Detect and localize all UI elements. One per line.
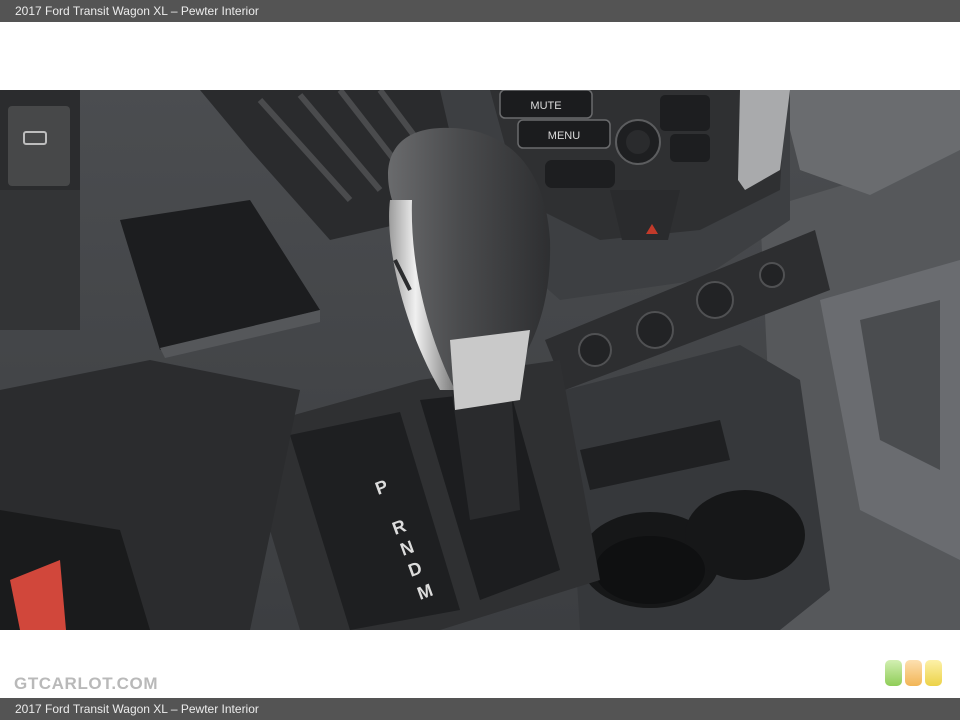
- rating-dot-green: [885, 660, 902, 686]
- mute-label: MUTE: [530, 100, 561, 112]
- preset-buttons[interactable]: [660, 95, 710, 131]
- rating-dots: [885, 660, 945, 688]
- watermark-logo: GTCARLOT.COM: [14, 674, 159, 693]
- menu-label: MENU: [548, 130, 580, 142]
- vehicle-photo[interactable]: MUTE MENU P R N D M: [0, 90, 960, 630]
- menu-button[interactable]: MENU: [517, 119, 611, 149]
- rating-dot-yellow: [925, 660, 942, 686]
- mute-button[interactable]: MUTE: [499, 90, 593, 119]
- hazard-button[interactable]: [610, 190, 680, 240]
- caption-bottom: 2017 Ford Transit Wagon XL – Pewter Inte…: [0, 698, 960, 720]
- back-button[interactable]: [545, 160, 615, 188]
- defrost-button[interactable]: [8, 106, 70, 186]
- seek-button[interactable]: [670, 134, 710, 162]
- rating-dot-orange: [905, 660, 922, 686]
- caption-top: 2017 Ford Transit Wagon XL – Pewter Inte…: [0, 0, 960, 22]
